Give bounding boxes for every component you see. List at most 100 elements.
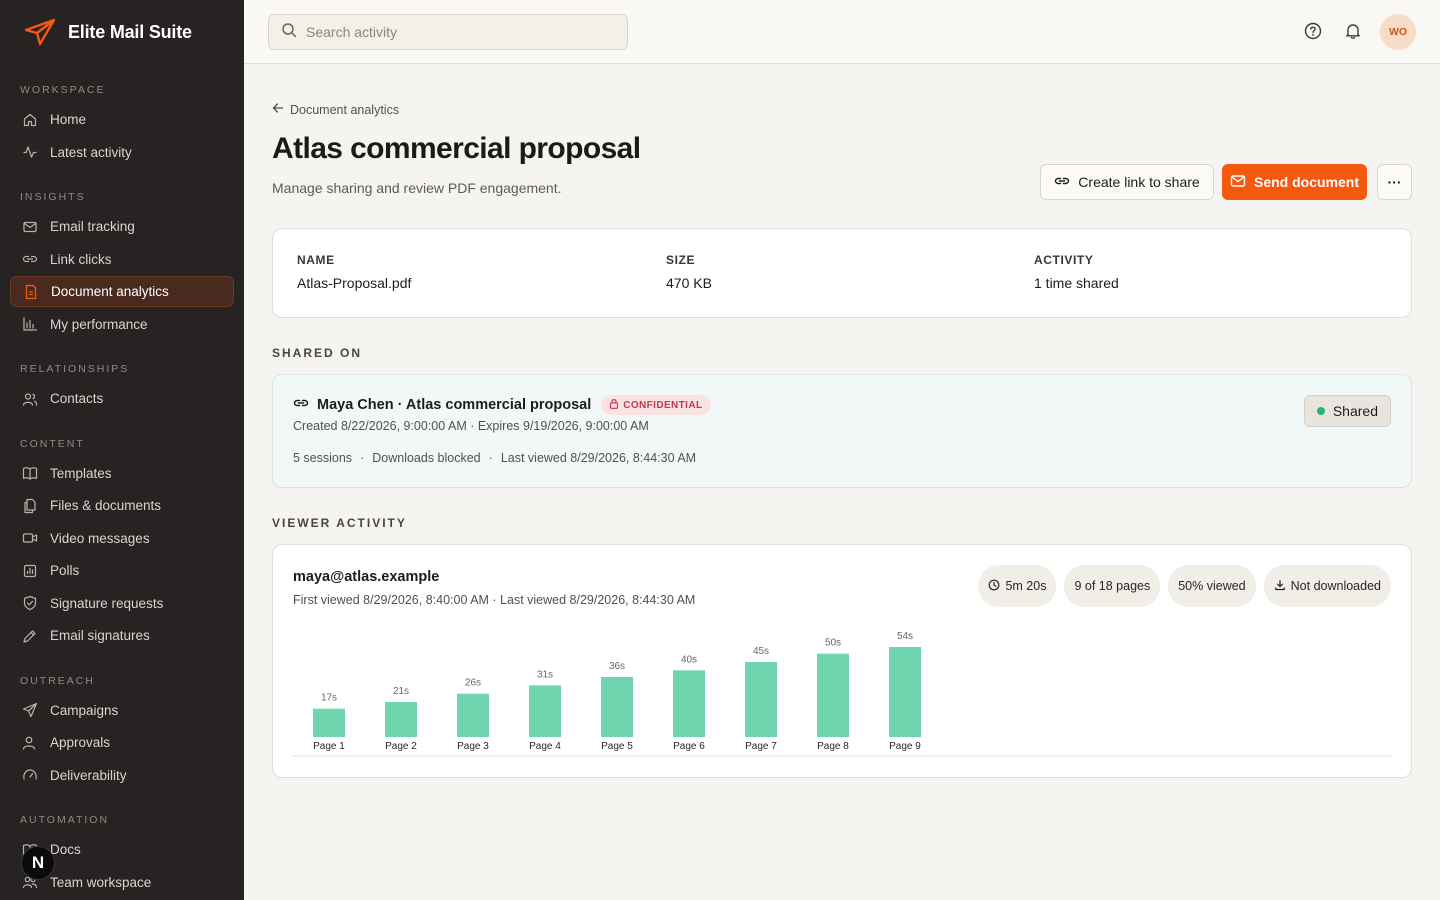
sidebar-item-video-messages[interactable]: Video messages	[10, 523, 234, 554]
chart-bar[interactable]	[385, 702, 417, 737]
time-spent-value: 5m 20s	[1005, 579, 1047, 593]
paper-plane-logo-icon	[24, 18, 56, 46]
sidebar-item-signature-requests[interactable]: Signature requests	[10, 588, 234, 619]
sidebar-item-label: Docs	[50, 842, 81, 857]
chart-category-label: Page 1	[313, 741, 345, 752]
search-box[interactable]	[268, 14, 628, 50]
sidebar-section-heading: CONTENT	[20, 437, 85, 450]
shield-icon	[22, 595, 38, 611]
chart-category-label: Page 3	[457, 741, 489, 752]
sidebar-item-link-clicks[interactable]: Link clicks	[10, 244, 234, 275]
chart-data-label: 36s	[609, 661, 625, 672]
file-size-field: SIZE 470 KB	[666, 253, 712, 291]
user-check-icon	[22, 735, 38, 751]
sidebar-section-heading: RELATIONSHIPS	[20, 363, 130, 375]
chart-data-label: 17s	[321, 693, 337, 704]
sidebar-item-campaigns[interactable]: Campaigns	[10, 695, 234, 726]
sidebar-item-approvals[interactable]: Approvals	[10, 727, 234, 758]
send-icon	[22, 702, 38, 718]
share-stats: 5 sessions · Downloads blocked · Last vi…	[293, 451, 696, 465]
file-name-field: NAME Atlas-Proposal.pdf	[297, 253, 411, 291]
files-icon	[22, 498, 38, 514]
search-input[interactable]	[306, 24, 606, 40]
sidebar-item-polls[interactable]: Polls	[10, 555, 234, 586]
help-icon[interactable]	[1302, 20, 1324, 42]
avatar[interactable]: WO	[1380, 14, 1416, 50]
sidebar-item-home[interactable]: Home	[10, 104, 234, 135]
file-size-label: SIZE	[666, 253, 696, 267]
chart-bar[interactable]	[889, 647, 921, 737]
sidebar-section-heading: AUTOMATION	[20, 814, 110, 826]
sidebar-item-label: Email signatures	[50, 628, 150, 643]
chart-bar[interactable]	[673, 670, 705, 737]
sidebar-item-document-analytics[interactable]: Document analytics	[10, 276, 234, 307]
sidebar-item-my-performance[interactable]: My performance	[10, 309, 234, 340]
sidebar-section-heading: WORKSPACE	[20, 84, 106, 96]
main-content: Document analytics Atlas commercial prop…	[244, 64, 1440, 900]
sidebar-section-heading: INSIGHTS	[20, 191, 86, 203]
chart-bar[interactable]	[529, 685, 561, 737]
share-link-card[interactable]: Maya Chen · Atlas commercial proposal CO…	[272, 374, 1412, 488]
separator: ·	[488, 451, 493, 465]
mail-icon	[22, 219, 38, 235]
sidebar-item-label: Home	[50, 112, 87, 127]
sidebar-item-label: Contacts	[50, 391, 104, 406]
chart-bar[interactable]	[313, 708, 345, 737]
workspace-badge[interactable]: N	[21, 846, 55, 880]
pen-icon	[22, 628, 38, 644]
last-viewed: Last viewed 8/29/2026, 8:44:30 AM	[500, 451, 697, 465]
create-link-label: Create link to share	[1078, 174, 1200, 190]
sidebar-item-latest-activity[interactable]: Latest activity	[10, 137, 234, 168]
sidebar-section-heading: OUTREACH	[20, 674, 95, 687]
share-link-name: Maya Chen · Atlas commercial proposal	[317, 397, 592, 413]
chart-bar[interactable]	[601, 677, 633, 737]
download-icon	[1274, 579, 1286, 594]
chart-category-label: Page 4	[529, 741, 561, 752]
download-status-pill: Not downloaded	[1263, 565, 1391, 607]
time-spent-pill: 5m 20s	[978, 565, 1057, 607]
brand[interactable]: Elite Mail Suite	[24, 18, 192, 46]
viewer-card: maya@atlas.example First viewed 8/29/202…	[272, 544, 1412, 778]
sidebar-item-label: Document analytics	[51, 284, 169, 299]
shared-on-heading: SHARED ON	[272, 346, 363, 360]
file-info-card: NAME Atlas-Proposal.pdf SIZE 470 KB ACTI…	[272, 228, 1412, 318]
viewer-activity-heading: VIEWER ACTIVITY	[272, 516, 407, 530]
breadcrumb[interactable]: Document analytics	[272, 102, 399, 117]
viewer-stats: 5m 20s 9 of 18 pages 50% viewed Not down…	[978, 565, 1391, 607]
sidebar-item-label: My performance	[50, 316, 148, 332]
create-link-button[interactable]: Create link to share	[1040, 164, 1214, 200]
chart-category-label: Page 8	[817, 741, 849, 752]
document-icon	[23, 284, 39, 300]
file-activity-label: ACTIVITY	[1034, 253, 1094, 267]
chart-bar[interactable]	[457, 693, 489, 737]
sidebar-item-contacts[interactable]: Contacts	[10, 383, 234, 414]
sidebar-item-templates[interactable]: Templates	[10, 458, 234, 489]
send-document-button[interactable]: Send document	[1222, 164, 1367, 200]
sidebar-item-email-tracking[interactable]: Email tracking	[10, 211, 234, 242]
app-name: Elite Mail Suite	[68, 21, 192, 42]
chart-bar[interactable]	[745, 662, 777, 737]
link-icon	[1054, 173, 1070, 192]
sidebar-item-label: Approvals	[50, 735, 111, 750]
shared-status-label: Shared	[1332, 403, 1378, 419]
more-options-button[interactable]: ···	[1377, 164, 1412, 200]
share-dates: Created 8/22/2026, 9:00:00 AM · Expires …	[293, 419, 649, 433]
sidebar-item-files-documents[interactable]: Files & documents	[10, 490, 234, 521]
bell-icon[interactable]	[1342, 20, 1364, 42]
sidebar-item-deliverability[interactable]: Deliverability	[10, 760, 234, 791]
gauge-icon	[22, 767, 38, 783]
sidebar-item-label: Campaigns	[50, 702, 119, 718]
chart-data-label: 31s	[537, 669, 553, 680]
sidebar-item-email-signatures[interactable]: Email signatures	[10, 620, 234, 651]
confidential-label: CONFIDENTIAL	[623, 399, 703, 411]
shared-status-badge[interactable]: Shared	[1303, 395, 1391, 427]
chart-data-label: 54s	[897, 631, 913, 642]
send-document-label: Send document	[1253, 174, 1359, 190]
chart-bar[interactable]	[817, 653, 849, 737]
chart-data-label: 26s	[465, 678, 481, 689]
file-name-value: Atlas-Proposal.pdf	[297, 275, 412, 291]
more-icon: ···	[1387, 174, 1402, 190]
status-dot-icon	[1316, 407, 1325, 415]
